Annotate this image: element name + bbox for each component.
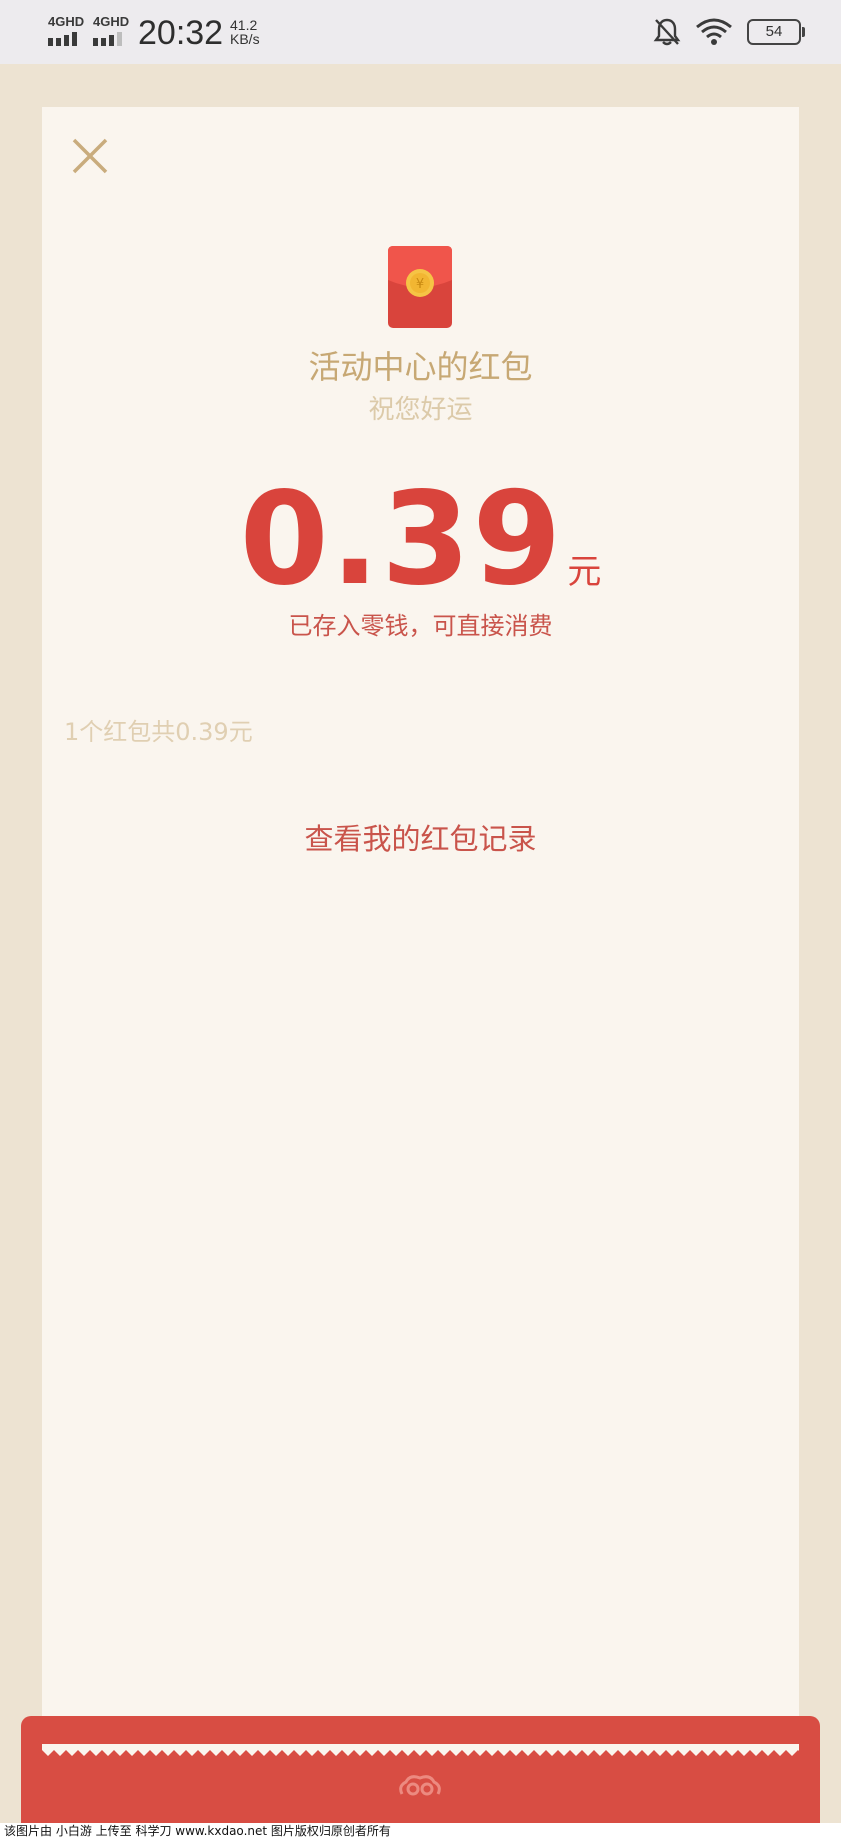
network-speed: 41.2 KB/s [230,17,260,47]
view-records-link[interactable]: 查看我的红包记录 [0,816,841,858]
amount-unit: 元 [567,552,602,592]
cloud-logo-icon [399,1775,441,1796]
close-icon[interactable] [70,136,110,176]
zigzag-edge [42,1744,799,1756]
deposit-note: 已存入零钱，可直接消费 [288,612,553,640]
status-bar: 4GHD 4GHD 20:32 41.2 KB/s 54 [0,0,841,64]
status-icons: 54 [653,16,805,48]
signal-icon-2: 4GHD [89,14,129,48]
battery-icon: 54 [747,19,805,45]
packet-summary: 1个红包共0.39元 [64,718,253,746]
bell-off-icon [653,18,681,46]
svg-text:¥: ¥ [416,277,424,292]
watermark-text: 该图片由 小白游 上传至 科学刀 www.kxdao.net 图片版权归原创者所… [0,1823,841,1839]
packet-wish: 祝您好运 [368,395,473,425]
wifi-icon [696,18,732,45]
clock: 20:32 [138,14,224,52]
red-envelope-icon: ¥ [388,246,452,328]
amount-value: 0.39 [239,465,564,614]
packet-title: 活动中心的红包 [308,348,533,386]
signal-icon: 4GHD [44,14,84,48]
amount-display: 0.39 元 [0,470,841,610]
